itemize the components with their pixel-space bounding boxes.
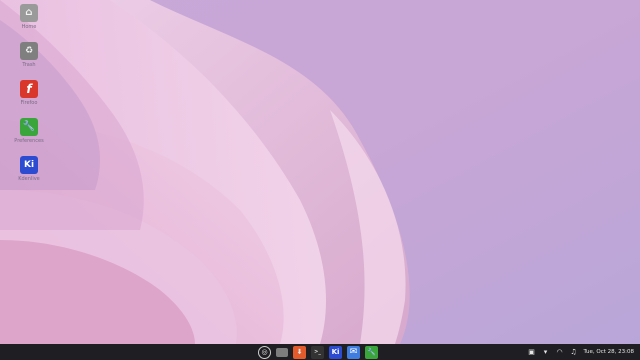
music-icon[interactable]: ♫ <box>570 348 578 356</box>
flash-app-icon: f <box>20 80 38 98</box>
terminal-icon[interactable]: >_ <box>311 345 324 359</box>
taskbar-apps: ◎ ⬇ >_ Ki ✉ 🔧 <box>258 345 378 359</box>
clipboard-icon[interactable]: ▣ <box>528 348 536 356</box>
desktop-icon-label: Trash <box>22 62 36 68</box>
wifi-icon[interactable]: ◠ <box>556 348 564 356</box>
desktop-icon-flash[interactable]: f Firefoo <box>8 80 50 106</box>
trash-icon: ♻ <box>20 42 38 60</box>
desktop-wallpaper <box>0 0 640 344</box>
taskbar: ◎ ⬇ >_ Ki ✉ 🔧 ▣ ▾ ◠ ♫ Tue, Oct 28, 23:08 <box>0 344 640 360</box>
system-tray: ▣ ▾ ◠ ♫ Tue, Oct 28, 23:08 <box>528 344 635 360</box>
preferences-icon: 🔧 <box>20 118 38 136</box>
desktop-icon-label: Preferences <box>14 138 44 144</box>
desktop-icon-home[interactable]: ⌂ Home <box>8 4 50 30</box>
ki-app-icon: Ki <box>20 156 38 174</box>
clock[interactable]: Tue, Oct 28, 23:08 <box>584 349 635 355</box>
desktop-icon-label: Home <box>21 24 37 30</box>
preferences-taskbar-icon[interactable]: 🔧 <box>365 345 378 359</box>
home-folder-icon: ⌂ <box>20 4 38 22</box>
file-manager-icon[interactable] <box>276 347 288 357</box>
ki-taskbar-icon[interactable]: Ki <box>329 345 342 359</box>
network-icon[interactable]: ▾ <box>542 348 550 356</box>
software-center-icon[interactable]: ⬇ <box>293 345 306 359</box>
desktop-icon-ki[interactable]: Ki Kdenlive <box>8 156 50 182</box>
desktop-icon-label: Firefoo <box>20 100 38 106</box>
desktop-icon-trash[interactable]: ♻ Trash <box>8 42 50 68</box>
desktop-icon-preferences[interactable]: 🔧 Preferences <box>8 118 50 144</box>
mail-icon[interactable]: ✉ <box>347 345 360 359</box>
desktop-icon-label: Kdenlive <box>18 176 40 182</box>
app-menu-icon[interactable]: ◎ <box>258 345 271 359</box>
